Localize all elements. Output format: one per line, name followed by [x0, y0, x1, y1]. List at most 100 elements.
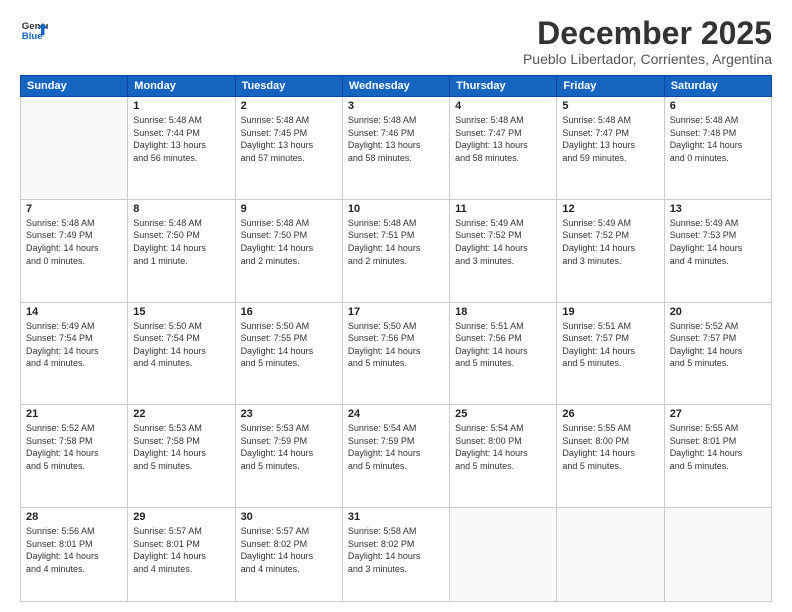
- weekday-header-friday: Friday: [557, 76, 664, 97]
- day-cell-18: 18 Sunrise: 5:51 AM Sunset: 7:56 PM Dayli…: [450, 302, 557, 405]
- day-cell-12: 12 Sunrise: 5:49 AM Sunset: 7:52 PM Dayli…: [557, 199, 664, 302]
- day-cell-1: 1 Sunrise: 5:48 AM Sunset: 7:44 PM Daylig…: [128, 97, 235, 200]
- day-number: 24: [348, 408, 444, 420]
- day-number: 11: [455, 203, 551, 215]
- weekday-header-saturday: Saturday: [664, 76, 771, 97]
- logo: General Blue: [20, 16, 48, 44]
- day-cell-14: 14 Sunrise: 5:49 AM Sunset: 7:54 PM Dayli…: [21, 302, 128, 405]
- day-cell-8: 8 Sunrise: 5:48 AM Sunset: 7:50 PM Daylig…: [128, 199, 235, 302]
- day-number: 27: [670, 408, 766, 420]
- day-info: Sunrise: 5:57 AM Sunset: 8:01 PM Dayligh…: [133, 525, 229, 575]
- day-info: Sunrise: 5:48 AM Sunset: 7:48 PM Dayligh…: [670, 114, 766, 164]
- svg-text:Blue: Blue: [22, 31, 43, 42]
- day-cell-2: 2Sunrise: 5:48 AM Sunset: 7:45 PM Daylig…: [235, 97, 342, 200]
- day-info: Sunrise: 5:50 AM Sunset: 7:55 PM Dayligh…: [241, 320, 337, 370]
- page-header: General Blue December 2025 Pueblo Libert…: [20, 16, 772, 67]
- logo-icon: General Blue: [20, 16, 48, 44]
- day-cell-21: 21 Sunrise: 5:52 AM Sunset: 7:58 PM Dayli…: [21, 405, 128, 508]
- weekday-header-thursday: Thursday: [450, 76, 557, 97]
- day-cell-22: 22 Sunrise: 5:53 AM Sunset: 7:58 PM Dayli…: [128, 405, 235, 508]
- day-info: Sunrise: 5:58 AM Sunset: 8:02 PM Dayligh…: [348, 525, 444, 575]
- day-number: 21: [26, 408, 122, 420]
- day-cell-27: 27Sunrise: 5:55 AM Sunset: 8:01 PM Dayli…: [664, 405, 771, 508]
- day-number: 31: [348, 511, 444, 523]
- day-info: Sunrise: 5:48 AM Sunset: 7:47 PM Dayligh…: [455, 114, 551, 164]
- day-info: Sunrise: 5:48 AM Sunset: 7:49 PM Dayligh…: [26, 217, 122, 267]
- day-cell-29: 29 Sunrise: 5:57 AM Sunset: 8:01 PM Dayli…: [128, 508, 235, 602]
- day-number: 9: [241, 203, 337, 215]
- day-info: Sunrise: 5:49 AM Sunset: 7:54 PM Dayligh…: [26, 320, 122, 370]
- empty-day-cell: [450, 508, 557, 602]
- day-number: 26: [562, 408, 658, 420]
- day-cell-3: 3Sunrise: 5:48 AM Sunset: 7:46 PM Daylig…: [342, 97, 449, 200]
- day-number: 13: [670, 203, 766, 215]
- calendar-week-row: 28Sunrise: 5:56 AM Sunset: 8:01 PM Dayli…: [21, 508, 772, 602]
- day-info: Sunrise: 5:52 AM Sunset: 7:57 PM Dayligh…: [670, 320, 766, 370]
- day-number: 8: [133, 203, 229, 215]
- day-number: 5: [562, 100, 658, 112]
- day-info: Sunrise: 5:50 AM Sunset: 7:54 PM Dayligh…: [133, 320, 229, 370]
- day-cell-19: 19 Sunrise: 5:51 AM Sunset: 7:57 PM Dayli…: [557, 302, 664, 405]
- day-cell-9: 9 Sunrise: 5:48 AM Sunset: 7:50 PM Daylig…: [235, 199, 342, 302]
- day-info: Sunrise: 5:48 AM Sunset: 7:50 PM Dayligh…: [133, 217, 229, 267]
- day-number: 29: [133, 511, 229, 523]
- day-cell-16: 16 Sunrise: 5:50 AM Sunset: 7:55 PM Dayli…: [235, 302, 342, 405]
- day-info: Sunrise: 5:57 AM Sunset: 8:02 PM Dayligh…: [241, 525, 337, 575]
- day-number: 28: [26, 511, 122, 523]
- day-cell-28: 28Sunrise: 5:56 AM Sunset: 8:01 PM Dayli…: [21, 508, 128, 602]
- empty-day-cell: [557, 508, 664, 602]
- day-cell-17: 17Sunrise: 5:50 AM Sunset: 7:56 PM Dayli…: [342, 302, 449, 405]
- day-info: Sunrise: 5:52 AM Sunset: 7:58 PM Dayligh…: [26, 422, 122, 472]
- day-number: 16: [241, 306, 337, 318]
- day-cell-13: 13 Sunrise: 5:49 AM Sunset: 7:53 PM Dayli…: [664, 199, 771, 302]
- day-cell-11: 11Sunrise: 5:49 AM Sunset: 7:52 PM Dayli…: [450, 199, 557, 302]
- day-number: 14: [26, 306, 122, 318]
- day-number: 1: [133, 100, 229, 112]
- day-cell-15: 15 Sunrise: 5:50 AM Sunset: 7:54 PM Dayli…: [128, 302, 235, 405]
- weekday-header-monday: Monday: [128, 76, 235, 97]
- day-number: 6: [670, 100, 766, 112]
- day-number: 17: [348, 306, 444, 318]
- day-cell-30: 30Sunrise: 5:57 AM Sunset: 8:02 PM Dayli…: [235, 508, 342, 602]
- day-info: Sunrise: 5:48 AM Sunset: 7:47 PM Dayligh…: [562, 114, 658, 164]
- day-number: 18: [455, 306, 551, 318]
- day-number: 20: [670, 306, 766, 318]
- day-info: Sunrise: 5:51 AM Sunset: 7:56 PM Dayligh…: [455, 320, 551, 370]
- day-info: Sunrise: 5:49 AM Sunset: 7:53 PM Dayligh…: [670, 217, 766, 267]
- day-number: 15: [133, 306, 229, 318]
- page-subtitle: Pueblo Libertador, Corrientes, Argentina: [523, 51, 772, 67]
- day-cell-31: 31 Sunrise: 5:58 AM Sunset: 8:02 PM Dayli…: [342, 508, 449, 602]
- day-info: Sunrise: 5:53 AM Sunset: 7:58 PM Dayligh…: [133, 422, 229, 472]
- day-info: Sunrise: 5:48 AM Sunset: 7:44 PM Dayligh…: [133, 114, 229, 164]
- day-number: 4: [455, 100, 551, 112]
- day-number: 19: [562, 306, 658, 318]
- day-cell-10: 10Sunrise: 5:48 AM Sunset: 7:51 PM Dayli…: [342, 199, 449, 302]
- day-info: Sunrise: 5:54 AM Sunset: 8:00 PM Dayligh…: [455, 422, 551, 472]
- day-info: Sunrise: 5:48 AM Sunset: 7:50 PM Dayligh…: [241, 217, 337, 267]
- day-number: 23: [241, 408, 337, 420]
- day-info: Sunrise: 5:48 AM Sunset: 7:45 PM Dayligh…: [241, 114, 337, 164]
- empty-day-cell: [21, 97, 128, 200]
- day-info: Sunrise: 5:48 AM Sunset: 7:46 PM Dayligh…: [348, 114, 444, 164]
- day-cell-6: 6 Sunrise: 5:48 AM Sunset: 7:48 PM Daylig…: [664, 97, 771, 200]
- calendar-table: SundayMondayTuesdayWednesdayThursdayFrid…: [20, 75, 772, 602]
- empty-day-cell: [664, 508, 771, 602]
- day-info: Sunrise: 5:53 AM Sunset: 7:59 PM Dayligh…: [241, 422, 337, 472]
- day-number: 22: [133, 408, 229, 420]
- weekday-header-sunday: Sunday: [21, 76, 128, 97]
- day-number: 10: [348, 203, 444, 215]
- page-title: December 2025: [523, 16, 772, 51]
- day-cell-20: 20 Sunrise: 5:52 AM Sunset: 7:57 PM Dayli…: [664, 302, 771, 405]
- day-number: 7: [26, 203, 122, 215]
- day-info: Sunrise: 5:49 AM Sunset: 7:52 PM Dayligh…: [562, 217, 658, 267]
- calendar-week-row: 21 Sunrise: 5:52 AM Sunset: 7:58 PM Dayli…: [21, 405, 772, 508]
- calendar-week-row: 1 Sunrise: 5:48 AM Sunset: 7:44 PM Daylig…: [21, 97, 772, 200]
- day-cell-23: 23 Sunrise: 5:53 AM Sunset: 7:59 PM Dayli…: [235, 405, 342, 508]
- day-cell-24: 24 Sunrise: 5:54 AM Sunset: 7:59 PM Dayli…: [342, 405, 449, 508]
- day-info: Sunrise: 5:55 AM Sunset: 8:00 PM Dayligh…: [562, 422, 658, 472]
- day-number: 12: [562, 203, 658, 215]
- day-info: Sunrise: 5:51 AM Sunset: 7:57 PM Dayligh…: [562, 320, 658, 370]
- day-info: Sunrise: 5:54 AM Sunset: 7:59 PM Dayligh…: [348, 422, 444, 472]
- calendar-week-row: 14 Sunrise: 5:49 AM Sunset: 7:54 PM Dayli…: [21, 302, 772, 405]
- day-cell-5: 5 Sunrise: 5:48 AM Sunset: 7:47 PM Daylig…: [557, 97, 664, 200]
